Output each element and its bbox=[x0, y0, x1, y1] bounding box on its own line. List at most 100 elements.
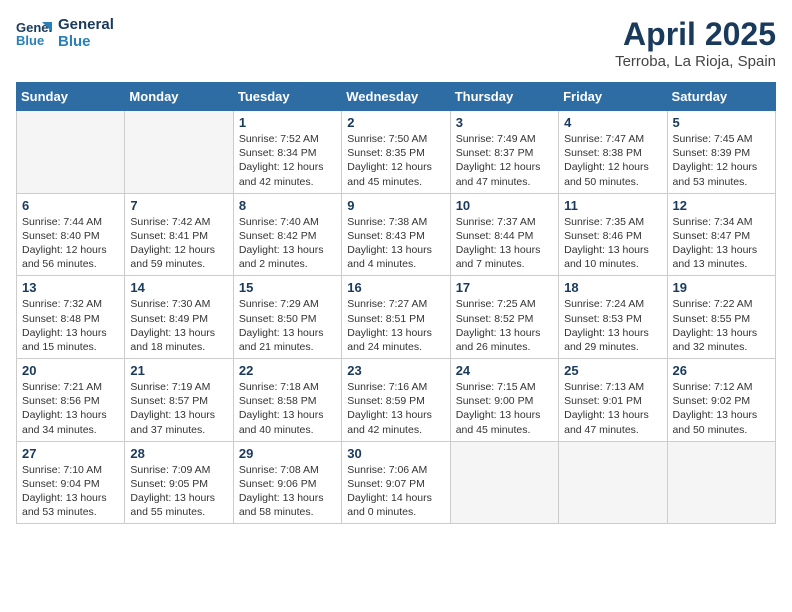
col-header-friday: Friday bbox=[559, 83, 667, 111]
day-detail: Sunrise: 7:08 AMSunset: 9:06 PMDaylight:… bbox=[239, 463, 336, 520]
calendar-cell bbox=[559, 441, 667, 524]
col-header-monday: Monday bbox=[125, 83, 233, 111]
day-number: 16 bbox=[347, 280, 444, 295]
day-detail: Sunrise: 7:19 AMSunset: 8:57 PMDaylight:… bbox=[130, 380, 227, 437]
day-detail: Sunrise: 7:47 AMSunset: 8:38 PMDaylight:… bbox=[564, 132, 661, 189]
day-number: 17 bbox=[456, 280, 553, 295]
page-header: General Blue General Blue April 2025 Ter… bbox=[16, 16, 776, 70]
calendar-cell: 24 Sunrise: 7:15 AMSunset: 9:00 PMDayligh… bbox=[450, 359, 558, 442]
day-detail: Sunrise: 7:12 AMSunset: 9:02 PMDaylight:… bbox=[673, 380, 770, 437]
day-detail: Sunrise: 7:09 AMSunset: 9:05 PMDaylight:… bbox=[130, 463, 227, 520]
day-detail: Sunrise: 7:10 AMSunset: 9:04 PMDaylight:… bbox=[22, 463, 119, 520]
calendar-cell: 22 Sunrise: 7:18 AMSunset: 8:58 PMDayligh… bbox=[233, 359, 341, 442]
calendar-cell: 18 Sunrise: 7:24 AMSunset: 8:53 PMDayligh… bbox=[559, 276, 667, 359]
day-number: 8 bbox=[239, 198, 336, 213]
day-detail: Sunrise: 7:22 AMSunset: 8:55 PMDaylight:… bbox=[673, 297, 770, 354]
day-number: 6 bbox=[22, 198, 119, 213]
calendar-week-3: 13Sunrise: 7:32 AMSunset: 8:48 PMDayligh… bbox=[17, 276, 776, 359]
day-detail: Sunrise: 7:52 AMSunset: 8:34 PMDaylight:… bbox=[239, 132, 336, 189]
logo-blue: Blue bbox=[58, 33, 114, 50]
day-number: 20 bbox=[22, 363, 119, 378]
day-detail: Sunrise: 7:24 AMSunset: 8:53 PMDaylight:… bbox=[564, 297, 661, 354]
calendar-cell bbox=[667, 441, 775, 524]
calendar-cell: 26 Sunrise: 7:12 AMSunset: 9:02 PMDayligh… bbox=[667, 359, 775, 442]
day-number: 25 bbox=[564, 363, 661, 378]
calendar-cell: 11Sunrise: 7:35 AMSunset: 8:46 PMDayligh… bbox=[559, 193, 667, 276]
day-number: 2 bbox=[347, 115, 444, 130]
day-detail: Sunrise: 7:38 AMSunset: 8:43 PMDaylight:… bbox=[347, 215, 444, 272]
day-number: 19 bbox=[673, 280, 770, 295]
day-number: 27 bbox=[22, 446, 119, 461]
calendar-cell bbox=[17, 111, 125, 194]
col-header-saturday: Saturday bbox=[667, 83, 775, 111]
day-number: 15 bbox=[239, 280, 336, 295]
day-number: 23 bbox=[347, 363, 444, 378]
day-number: 22 bbox=[239, 363, 336, 378]
day-detail: Sunrise: 7:50 AMSunset: 8:35 PMDaylight:… bbox=[347, 132, 444, 189]
calendar-cell: 25Sunrise: 7:13 AMSunset: 9:01 PMDayligh… bbox=[559, 359, 667, 442]
col-header-sunday: Sunday bbox=[17, 83, 125, 111]
calendar-cell: 19 Sunrise: 7:22 AMSunset: 8:55 PMDayligh… bbox=[667, 276, 775, 359]
day-detail: Sunrise: 7:21 AMSunset: 8:56 PMDaylight:… bbox=[22, 380, 119, 437]
calendar-cell: 9 Sunrise: 7:38 AMSunset: 8:43 PMDaylight… bbox=[342, 193, 450, 276]
logo-general: General bbox=[58, 16, 114, 33]
day-detail: Sunrise: 7:15 AMSunset: 9:00 PMDaylight:… bbox=[456, 380, 553, 437]
calendar-cell: 14Sunrise: 7:30 AMSunset: 8:49 PMDayligh… bbox=[125, 276, 233, 359]
day-detail: Sunrise: 7:34 AMSunset: 8:47 PMDaylight:… bbox=[673, 215, 770, 272]
calendar-cell: 4 Sunrise: 7:47 AMSunset: 8:38 PMDaylight… bbox=[559, 111, 667, 194]
day-number: 21 bbox=[130, 363, 227, 378]
day-number: 5 bbox=[673, 115, 770, 130]
logo: General Blue General Blue bbox=[16, 16, 114, 50]
day-detail: Sunrise: 7:27 AMSunset: 8:51 PMDaylight:… bbox=[347, 297, 444, 354]
calendar-cell: 21 Sunrise: 7:19 AMSunset: 8:57 PMDayligh… bbox=[125, 359, 233, 442]
svg-text:Blue: Blue bbox=[16, 33, 44, 48]
title-area: April 2025 Terroba, La Rioja, Spain bbox=[615, 16, 776, 70]
day-detail: Sunrise: 7:42 AMSunset: 8:41 PMDaylight:… bbox=[130, 215, 227, 272]
calendar-cell: 27 Sunrise: 7:10 AMSunset: 9:04 PMDayligh… bbox=[17, 441, 125, 524]
calendar-cell: 23Sunrise: 7:16 AMSunset: 8:59 PMDayligh… bbox=[342, 359, 450, 442]
calendar-week-1: 1 Sunrise: 7:52 AMSunset: 8:34 PMDaylight… bbox=[17, 111, 776, 194]
day-number: 28 bbox=[130, 446, 227, 461]
day-detail: Sunrise: 7:25 AMSunset: 8:52 PMDaylight:… bbox=[456, 297, 553, 354]
calendar-cell: 30 Sunrise: 7:06 AMSunset: 9:07 PMDayligh… bbox=[342, 441, 450, 524]
day-number: 24 bbox=[456, 363, 553, 378]
col-header-wednesday: Wednesday bbox=[342, 83, 450, 111]
calendar-week-4: 20 Sunrise: 7:21 AMSunset: 8:56 PMDayligh… bbox=[17, 359, 776, 442]
day-detail: Sunrise: 7:32 AMSunset: 8:48 PMDaylight:… bbox=[22, 297, 119, 354]
day-detail: Sunrise: 7:18 AMSunset: 8:58 PMDaylight:… bbox=[239, 380, 336, 437]
day-detail: Sunrise: 7:06 AMSunset: 9:07 PMDaylight:… bbox=[347, 463, 444, 520]
logo-icon: General Blue bbox=[16, 18, 52, 48]
day-number: 9 bbox=[347, 198, 444, 213]
day-detail: Sunrise: 7:49 AMSunset: 8:37 PMDaylight:… bbox=[456, 132, 553, 189]
day-number: 26 bbox=[673, 363, 770, 378]
calendar-cell: 5 Sunrise: 7:45 AMSunset: 8:39 PMDaylight… bbox=[667, 111, 775, 194]
calendar-week-5: 27 Sunrise: 7:10 AMSunset: 9:04 PMDayligh… bbox=[17, 441, 776, 524]
month-title: April 2025 bbox=[615, 16, 776, 53]
calendar-cell: 3 Sunrise: 7:49 AMSunset: 8:37 PMDaylight… bbox=[450, 111, 558, 194]
day-detail: Sunrise: 7:44 AMSunset: 8:40 PMDaylight:… bbox=[22, 215, 119, 272]
calendar-cell: 2 Sunrise: 7:50 AMSunset: 8:35 PMDaylight… bbox=[342, 111, 450, 194]
day-number: 7 bbox=[130, 198, 227, 213]
calendar-cell: 12 Sunrise: 7:34 AMSunset: 8:47 PMDayligh… bbox=[667, 193, 775, 276]
col-header-thursday: Thursday bbox=[450, 83, 558, 111]
day-number: 10 bbox=[456, 198, 553, 213]
calendar-header-row: SundayMondayTuesdayWednesdayThursdayFrid… bbox=[17, 83, 776, 111]
location: Terroba, La Rioja, Spain bbox=[615, 53, 776, 70]
calendar-cell: 17 Sunrise: 7:25 AMSunset: 8:52 PMDayligh… bbox=[450, 276, 558, 359]
day-detail: Sunrise: 7:40 AMSunset: 8:42 PMDaylight:… bbox=[239, 215, 336, 272]
day-number: 12 bbox=[673, 198, 770, 213]
calendar-body: 1 Sunrise: 7:52 AMSunset: 8:34 PMDaylight… bbox=[17, 111, 776, 524]
day-number: 3 bbox=[456, 115, 553, 130]
day-number: 1 bbox=[239, 115, 336, 130]
calendar-cell: 8 Sunrise: 7:40 AMSunset: 8:42 PMDaylight… bbox=[233, 193, 341, 276]
day-number: 30 bbox=[347, 446, 444, 461]
day-detail: Sunrise: 7:45 AMSunset: 8:39 PMDaylight:… bbox=[673, 132, 770, 189]
calendar-cell: 28 Sunrise: 7:09 AMSunset: 9:05 PMDayligh… bbox=[125, 441, 233, 524]
day-number: 29 bbox=[239, 446, 336, 461]
day-number: 4 bbox=[564, 115, 661, 130]
calendar-cell: 29 Sunrise: 7:08 AMSunset: 9:06 PMDayligh… bbox=[233, 441, 341, 524]
day-detail: Sunrise: 7:30 AMSunset: 8:49 PMDaylight:… bbox=[130, 297, 227, 354]
day-number: 18 bbox=[564, 280, 661, 295]
calendar-cell bbox=[450, 441, 558, 524]
day-detail: Sunrise: 7:37 AMSunset: 8:44 PMDaylight:… bbox=[456, 215, 553, 272]
